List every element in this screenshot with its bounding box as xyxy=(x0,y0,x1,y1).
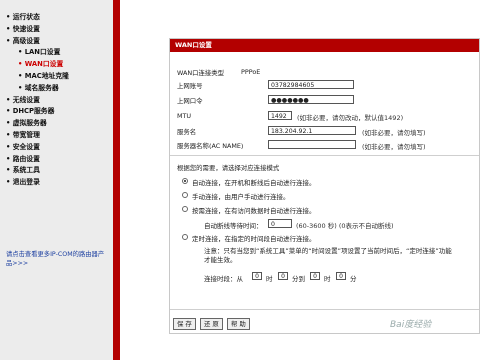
mtu-label: MTU xyxy=(177,112,192,120)
acname-hint: (如非必要，请勿填写) xyxy=(362,143,426,151)
more-products-link[interactable]: 请点击查看更多IP-COM的路由器产品>>> xyxy=(6,250,106,268)
menu-item-dns[interactable]: • 域名服务器 xyxy=(6,83,110,95)
mtu-input[interactable]: 1492 xyxy=(268,111,292,120)
mode-title-text: 根据您的需要，请选择对应连接模式 xyxy=(177,164,280,172)
help-button[interactable]: 帮 助 xyxy=(227,318,250,330)
footer-separator xyxy=(170,309,479,310)
mtu-hint: (如非必要，请勿改动，默认值1492) xyxy=(297,114,404,122)
from-minute-input[interactable]: 0 xyxy=(278,272,288,280)
wan-settings-panel: WAN口设置 WAN口连接类型 PPPoE 上网账号 03782984605 上… xyxy=(169,38,480,334)
sidebar-menu: • 运行状态 • 快速设置 • 高级设置 • LAN口设置 • WAN口设置 •… xyxy=(6,12,110,189)
idle-label: 自动断线等待时间： xyxy=(204,222,263,230)
acname-label: 服务器名称(AC NAME) xyxy=(177,142,244,150)
sidebar: • 运行状态 • 快速设置 • 高级设置 • LAN口设置 • WAN口设置 •… xyxy=(0,0,114,360)
account-label: 上网账号 xyxy=(177,82,203,90)
menu-item-wireless[interactable]: • 无线设置 xyxy=(6,95,110,107)
menu-item-logout[interactable]: • 退出登录 xyxy=(6,177,110,189)
save-button[interactable]: 保 存 xyxy=(173,318,196,330)
separator xyxy=(170,155,479,156)
radio-on-demand[interactable] xyxy=(182,206,188,212)
service-input[interactable]: 183.204.92.1 xyxy=(268,126,356,135)
menu-item-mac-clone[interactable]: • MAC地址克隆 xyxy=(6,71,110,83)
restore-button[interactable]: 还 原 xyxy=(200,318,223,330)
menu-item-security[interactable]: • 安全设置 xyxy=(6,142,110,154)
menu-item-routing[interactable]: • 路由设置 xyxy=(6,154,110,166)
conn-type-value: PPPoE xyxy=(241,68,261,76)
panel-title: WAN口设置 xyxy=(170,39,479,52)
service-hint: (如非必要，请勿填写) xyxy=(362,129,426,137)
period-row: 连接时段：从 0 时 0 分到 0 时 0 分 xyxy=(204,272,444,283)
radio-on-demand-label: 按需连接，在有访问数据时自动进行连接。 xyxy=(192,207,316,215)
watermark: Bai度经验 xyxy=(390,320,432,330)
menu-item-lan[interactable]: • LAN口设置 xyxy=(6,47,110,59)
account-input[interactable]: 03782984605 xyxy=(268,80,354,89)
conn-type-label: WAN口连接类型 xyxy=(177,69,225,77)
radio-timed[interactable] xyxy=(182,234,188,240)
idle-input[interactable]: 0 xyxy=(268,219,292,228)
radio-manual-label: 手动连接，由用户手动进行连接。 xyxy=(192,193,290,201)
period-label: 连接时段：从 xyxy=(204,275,243,283)
menu-item-advanced[interactable]: • 高级设置 xyxy=(6,36,110,48)
acname-input[interactable] xyxy=(268,140,356,149)
menu-item-dhcp[interactable]: • DHCP服务器 xyxy=(6,106,110,118)
from-hour-input[interactable]: 0 xyxy=(252,272,262,280)
menu-item-system-tools[interactable]: • 系统工具 xyxy=(6,165,110,177)
menu-item-quick-setup[interactable]: • 快速设置 xyxy=(6,24,110,36)
hour-unit-2: 时 xyxy=(324,275,331,283)
password-input[interactable]: ●●●●●●● xyxy=(268,95,354,104)
hour-unit-1: 时 xyxy=(266,275,273,283)
to-hour-input[interactable]: 0 xyxy=(310,272,320,280)
menu-item-status[interactable]: • 运行状态 xyxy=(6,12,110,24)
password-label: 上网口令 xyxy=(177,97,203,105)
menu-item-virtual-server[interactable]: • 虚拟服务器 xyxy=(6,118,110,130)
radio-manual[interactable] xyxy=(182,192,188,198)
to-minute-input[interactable]: 0 xyxy=(336,272,346,280)
main-content: WAN口设置 WAN口连接类型 PPPoE 上网账号 03782984605 上… xyxy=(120,0,500,360)
minute-to-text: 分到 xyxy=(292,275,305,283)
menu-item-bandwidth[interactable]: • 带宽管理 xyxy=(6,130,110,142)
radio-timed-label: 定时连接，在指定的时间段自动进行连接。 xyxy=(192,235,316,243)
radio-auto[interactable] xyxy=(182,178,188,184)
service-label: 服务名 xyxy=(177,128,197,136)
radio-auto-label: 自动连接，在开机和断线后自动进行连接。 xyxy=(192,179,316,187)
divider-bar xyxy=(113,0,120,360)
minute-unit: 分 xyxy=(350,275,357,283)
idle-hint: (60-3600 秒) (0表示不自动断线) xyxy=(296,222,394,230)
timed-note: 注意：只有当您到“系统工具”菜单的“时间设置”项设置了当前时间后，“定时连接”功… xyxy=(204,247,452,264)
menu-item-wan[interactable]: • WAN口设置 xyxy=(6,59,110,71)
